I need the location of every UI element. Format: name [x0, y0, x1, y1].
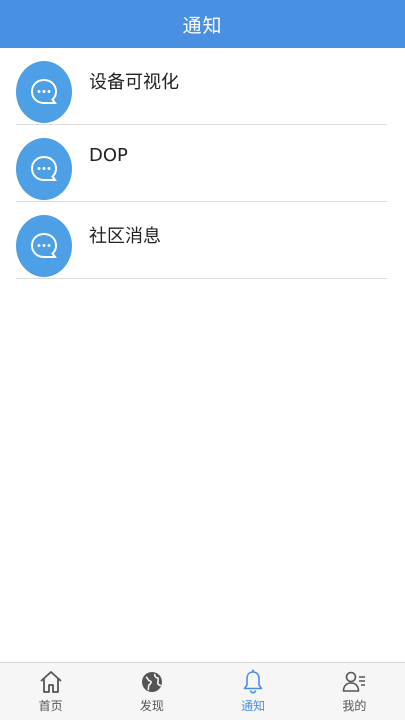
notification-item-dop[interactable]: DOP — [16, 125, 387, 202]
notification-item-label: DOP — [89, 145, 128, 166]
tab-notifications[interactable]: 通知 — [203, 663, 304, 720]
home-icon — [40, 671, 62, 693]
chat-bubble-icon — [16, 138, 72, 200]
bottom-tab-bar: 首页 发现 通知 我的 — [0, 662, 405, 720]
chat-bubble-icon — [16, 215, 72, 277]
app-root: 通知 设备可视化 DOP 社区消息 首页 发现 通知 我的 — [0, 0, 405, 720]
tab-discover[interactable]: 发现 — [101, 663, 202, 720]
header-bar: 通知 — [0, 0, 405, 48]
notification-item-community[interactable]: 社区消息 — [16, 202, 387, 279]
notification-item-label: 社区消息 — [89, 226, 161, 247]
tab-label: 发现 — [139, 699, 164, 713]
tab-label: 我的 — [342, 699, 367, 713]
notification-item-device-visualization[interactable]: 设备可视化 — [16, 48, 387, 125]
tab-label: 通知 — [241, 699, 266, 713]
notification-list: 设备可视化 DOP 社区消息 — [0, 48, 405, 279]
chat-bubble-icon — [16, 61, 72, 123]
notification-item-label: 设备可视化 — [89, 72, 179, 93]
tab-home[interactable]: 首页 — [0, 663, 101, 720]
globe-icon — [141, 672, 162, 692]
tab-profile[interactable]: 我的 — [304, 663, 405, 720]
profile-icon — [343, 671, 366, 692]
page-title: 通知 — [182, 14, 223, 37]
bell-icon — [243, 669, 263, 694]
tab-label: 首页 — [38, 699, 63, 713]
